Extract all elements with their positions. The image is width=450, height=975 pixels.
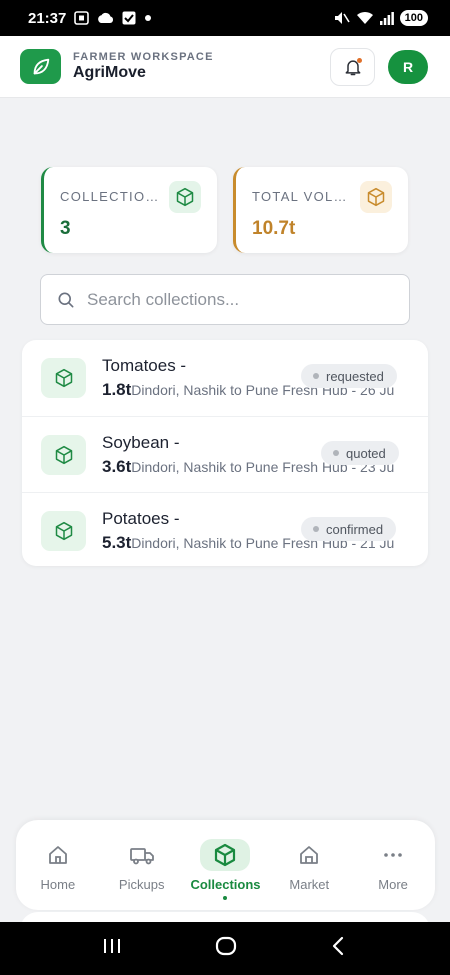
notification-dot-icon [144, 14, 152, 22]
screenshot-icon [74, 11, 90, 25]
item-quantity: 3.6t [102, 457, 132, 476]
stat-card-collections: COLLECTIONS 3 [41, 167, 217, 253]
nav-item-home[interactable]: Home [16, 820, 100, 910]
nav-label: Market [289, 877, 330, 892]
nav-item-market[interactable]: Market [267, 820, 351, 910]
box-icon [41, 358, 86, 398]
status-text: confirmed [326, 521, 384, 537]
store-icon [284, 839, 334, 871]
search-input[interactable] [87, 289, 377, 310]
check-box-icon [122, 11, 136, 25]
app-name: AgriMove [73, 64, 146, 81]
stat-value: 10.7t [252, 218, 296, 239]
nav-label: More [378, 877, 408, 892]
nav-label: Pickups [118, 877, 165, 892]
status-dot [313, 373, 319, 379]
item-title: Soybean - [102, 433, 180, 452]
nav-item-pickups[interactable]: Pickups [100, 820, 184, 910]
status-bar: 21:37 100 [0, 0, 450, 36]
search-icon [58, 292, 74, 307]
item-quantity: 1.8t [102, 380, 132, 399]
home-button[interactable] [214, 935, 238, 962]
status-dot [313, 526, 319, 532]
nav-item-collections[interactable]: Collections [184, 820, 268, 910]
cloud-icon [97, 12, 114, 24]
collections-list: Tomatoes - 1.8tDindori, Nashik to Pune F… [22, 340, 428, 566]
status-dot [333, 450, 339, 456]
nav-label: Home [40, 877, 76, 892]
status-text: requested [326, 368, 384, 384]
box-icon [200, 839, 251, 871]
search-bar[interactable] [40, 274, 410, 325]
status-badge: quoted [321, 441, 399, 465]
mute-icon [334, 11, 350, 25]
box-icon [360, 181, 392, 213]
box-icon [41, 435, 86, 475]
signal-icon [379, 11, 394, 25]
status-badge: confirmed [301, 517, 397, 541]
avatar[interactable]: R [388, 49, 428, 84]
stat-label: TOTAL VOLUME [252, 189, 352, 204]
battery-indicator: 100 [399, 10, 428, 26]
notification-badge [357, 57, 362, 63]
stat-card-total-volume: TOTAL VOLUME 10.7t [233, 167, 408, 253]
leaf-logo-icon [20, 49, 61, 84]
status-time: 21:37 [28, 9, 67, 27]
box-icon [169, 181, 201, 213]
list-item[interactable]: Soybean - 3.6tDindori, Nashik to Pune Fr… [22, 416, 428, 491]
status-text: quoted [346, 445, 386, 461]
more-icon [368, 839, 418, 871]
app-header: FARMER WORKSPACE AgriMove R [0, 36, 450, 98]
system-nav-bar [0, 922, 450, 975]
nav-item-more[interactable]: More [351, 820, 435, 910]
back-button[interactable] [328, 935, 350, 962]
box-icon [41, 511, 86, 551]
item-quantity: 5.3t [102, 533, 132, 552]
bottom-nav: Home Pickups Collections Market More [16, 820, 435, 910]
home-icon [33, 839, 83, 871]
workspace-label: FARMER WORKSPACE [73, 51, 214, 63]
list-item[interactable]: Potatoes - 5.3tDindori, Nashik to Pune F… [22, 492, 428, 566]
brand: FARMER WORKSPACE AgriMove [73, 51, 214, 82]
stat-label: COLLECTIONS [60, 189, 160, 204]
recents-button[interactable] [100, 936, 124, 961]
wifi-icon [356, 11, 374, 25]
list-item[interactable]: Tomatoes - 1.8tDindori, Nashik to Pune F… [22, 340, 428, 415]
nav-label: Collections [190, 877, 261, 892]
status-badge: requested [301, 364, 397, 388]
truck-icon [117, 839, 167, 871]
item-title: Potatoes - [102, 509, 180, 528]
stat-value: 3 [60, 218, 71, 239]
item-title: Tomatoes - [102, 356, 187, 375]
active-indicator [223, 896, 228, 900]
notifications-button[interactable] [330, 47, 375, 86]
